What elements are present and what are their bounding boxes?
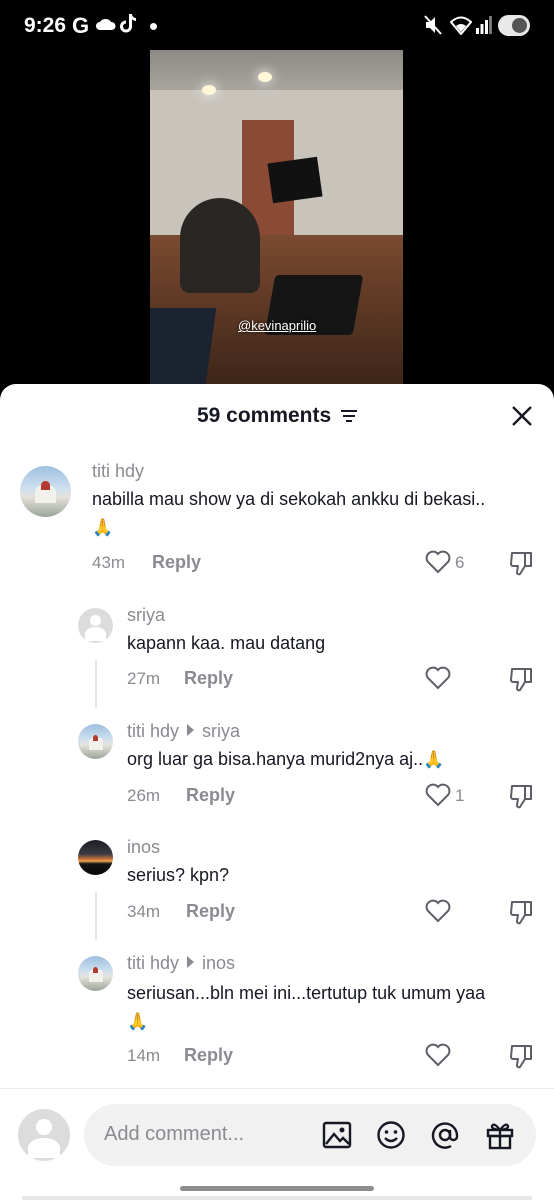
status-bar: 9:26 G [0,0,554,50]
video-watermark: @kevinaprilio [238,318,317,333]
comment-body: serius? kpn? [127,865,230,885]
wifi-icon [450,16,472,35]
notification-dot [150,23,157,30]
signal-icon [476,16,492,34]
avatar[interactable] [20,466,71,517]
heart-icon[interactable] [425,899,451,923]
comment-input-placeholder: Add comment... [104,1123,245,1145]
comment-username[interactable]: titi hdy [92,461,144,482]
comment-username[interactable]: inos [127,837,160,858]
comment-username[interactable]: titi hdy [127,721,179,741]
reply-button[interactable]: Reply [184,1045,233,1066]
my-avatar[interactable] [18,1109,70,1161]
comment-username[interactable]: titi hdy [127,953,179,973]
comment-timestamp: 43m [92,553,126,572]
comment-body: kapann kaa. mau datang [127,633,326,653]
video-ceiling-light [258,72,272,82]
comment-text: nabilla mau show ya di sekokah ankku di … [92,485,532,542]
thread-line [95,892,97,940]
mute-icon [424,15,442,35]
reply-arrow-icon [187,956,195,968]
close-icon[interactable] [510,404,534,428]
comment-username-line: titi hdy inos [127,953,235,974]
thread-line [95,660,97,708]
comments-header[interactable]: 59 comments [0,404,554,428]
video-ceiling-light [202,85,216,95]
pray-emoji: 🙏 [92,518,114,537]
video-laptop [150,308,217,390]
reply-button[interactable]: Reply [186,901,235,922]
composer-divider [0,1088,554,1089]
status-time: 9:26 [24,14,67,37]
battery-icon [498,15,530,36]
heart-icon[interactable] [425,1043,451,1067]
comment-username-line: titi hdy sriya [127,721,240,742]
heart-icon[interactable] [425,783,451,807]
comment-text: seriusan...bln mei ini...tertutup tuk um… [127,979,532,1036]
avatar[interactable] [78,840,113,875]
dislike-icon[interactable] [509,666,535,692]
comment-body: org luar ga bisa.hanya murid2nya aj.. [127,749,424,769]
dislike-icon[interactable] [509,550,535,576]
gift-icon[interactable] [485,1120,515,1150]
dislike-icon[interactable] [509,1043,535,1069]
comment-timestamp: 26m [127,786,161,805]
pray-emoji: 🙏 [423,750,445,769]
heart-icon[interactable] [425,550,451,574]
reply-button[interactable]: Reply [186,785,235,806]
comment-timestamp: 34m [127,902,161,921]
avatar[interactable] [78,608,113,643]
reply-button[interactable]: Reply [184,668,233,689]
cloud-icon [96,19,116,30]
like-count: 1 [455,786,465,805]
video-player[interactable]: @kevinaprilio [150,50,403,390]
comment-text: org luar ga bisa.hanya murid2nya aj..🙏 [127,745,527,774]
bottom-nav-hint [22,1196,532,1200]
avatar[interactable] [78,724,113,759]
reply-button[interactable]: Reply [152,552,201,573]
video-music-stand [267,156,323,204]
google-icon: G [72,13,90,38]
mention-icon[interactable] [430,1120,460,1150]
comment-timestamp: 14m [127,1046,161,1065]
reply-to-username[interactable]: sriya [202,721,240,741]
comment-username[interactable]: sriya [127,605,165,626]
home-indicator[interactable] [180,1186,374,1191]
video-musician [180,198,260,293]
filter-icon[interactable] [341,409,358,423]
reply-to-username[interactable]: inos [202,953,235,973]
comment-timestamp: 27m [127,669,161,688]
avatar[interactable] [78,956,113,991]
comment-body: nabilla mau show ya di sekokah ankku di … [92,489,486,509]
reply-arrow-icon [187,724,195,736]
pray-emoji: 🙏 [127,1012,149,1031]
comment-body: seriusan...bln mei ini...tertutup tuk um… [127,983,486,1003]
comment-input[interactable]: Add comment... [84,1104,536,1166]
emoji-icon[interactable] [376,1120,406,1150]
heart-icon[interactable] [425,666,451,690]
like-count: 6 [455,553,465,572]
dislike-icon[interactable] [509,783,535,809]
tiktok-icon [120,14,136,33]
dislike-icon[interactable] [509,899,535,925]
comments-count: 59 comments [196,404,332,427]
image-icon[interactable] [322,1120,352,1150]
